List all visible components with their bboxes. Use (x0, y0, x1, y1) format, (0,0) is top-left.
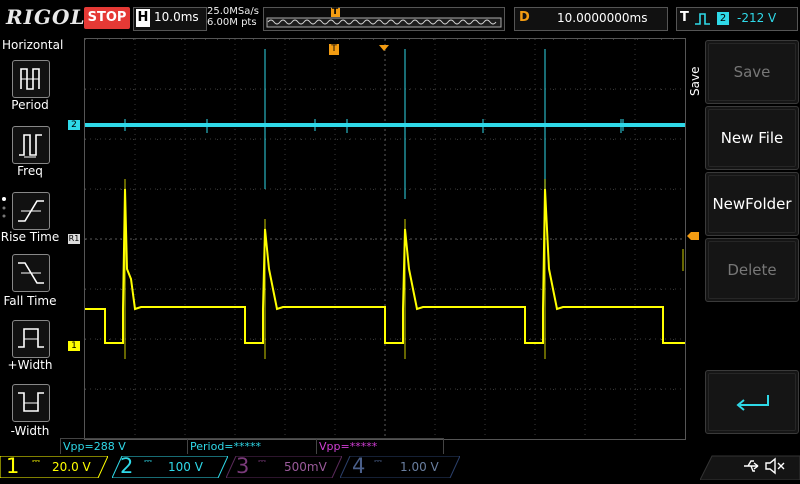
frequency-icon (12, 126, 50, 164)
menu-item-freq[interactable]: Freq (0, 124, 62, 188)
save-button-label: Save (733, 63, 771, 81)
channel-1-marker[interactable]: 1 (68, 341, 80, 351)
channel-4-scale: 1.00 V (400, 460, 439, 474)
period-icon (12, 60, 50, 98)
channel-2-scale: 100 V (168, 460, 203, 474)
horizontal-key: H (136, 9, 150, 27)
channel-2-label: 2 (120, 454, 134, 478)
channel-3-settings[interactable]: 3 ⎓ 500mV (226, 454, 342, 478)
delay-value: 10.0000000ms (557, 11, 648, 25)
negative-width-icon (12, 384, 50, 422)
menu-item-period[interactable]: Period (0, 58, 62, 122)
channel-1-label: 1 (6, 454, 20, 478)
channel-2-settings[interactable]: 2 ⎓ 100 V (112, 454, 228, 478)
run-stop-status[interactable]: STOP (84, 7, 130, 29)
horizontal-timebase[interactable]: H 10.0ms (133, 7, 207, 31)
new-file-button-label: New File (720, 129, 784, 147)
channel-1-scale: 20.0 V (52, 460, 91, 474)
measurement-period[interactable]: Period=***** (187, 438, 317, 455)
channel-3-coupling-icon: ⎓ (258, 456, 266, 467)
timebase-value: 10.0ms (154, 10, 199, 24)
scroll-dots-icon (2, 196, 6, 226)
rise-time-icon (12, 192, 50, 230)
brand-logo: RIGOL (6, 5, 86, 29)
trigger-key: T (680, 10, 689, 25)
sample-rate: 25.0MSa/s (207, 6, 259, 17)
delay-position[interactable]: D 10.0000000ms (514, 7, 668, 31)
new-folder-button[interactable]: NewFolder (705, 172, 799, 236)
memory-trigger-marker: T (332, 7, 339, 17)
menu-label-positive-width: +Width (7, 358, 53, 372)
menu-label-negative-width: -Width (10, 424, 50, 438)
positive-width-icon (12, 320, 50, 358)
trigger-position-marker[interactable]: T (329, 44, 339, 55)
return-button[interactable] (705, 370, 799, 434)
memory-depth: 6.00M pts (207, 17, 257, 28)
fall-time-icon (12, 254, 50, 292)
menu-label-period: Period (11, 98, 49, 112)
measurement-ch3-vpp[interactable]: Vpp=***** (316, 438, 444, 455)
delay-key: D (519, 10, 530, 25)
channel-2-coupling-icon: ⎓ (144, 456, 152, 467)
usb-icon (742, 458, 760, 478)
memory-overview: T (263, 7, 505, 31)
menu-title-horizontal: Horizontal (2, 38, 64, 52)
channel-3-label: 3 (236, 454, 250, 478)
speaker-muted-icon[interactable] (764, 457, 786, 479)
new-folder-button-label: NewFolder (712, 195, 792, 213)
channel-1-settings[interactable]: 1 ⎓ 20.0 V (0, 454, 108, 478)
delete-button[interactable]: Delete (705, 238, 799, 302)
return-icon (736, 395, 769, 411)
channel-4-label: 4 (352, 454, 366, 478)
menu-title-save: Save (688, 66, 702, 96)
new-file-button[interactable]: New File (705, 106, 799, 170)
measurement-ch1-vpp[interactable]: Vpp=288 V (60, 438, 188, 455)
rising-edge-icon (695, 13, 710, 25)
trigger-settings[interactable]: T 2 -212 V (676, 7, 798, 31)
menu-label-fall-time: Fall Time (3, 294, 57, 308)
save-button[interactable]: Save (705, 40, 799, 104)
trigger-level: -212 V (737, 11, 777, 25)
menu-label-rise-time: Rise Time (0, 230, 60, 244)
menu-item-fall-time[interactable]: Fall Time (0, 254, 62, 320)
channel-4-coupling-icon: ⎓ (374, 456, 382, 467)
delete-button-label: Delete (727, 261, 777, 279)
trigger-source: 2 (717, 12, 729, 25)
channel-3-scale: 500mV (284, 460, 327, 474)
menu-item-positive-width[interactable]: +Width (0, 320, 62, 384)
menu-label-freq: Freq (17, 164, 43, 178)
dc-coupling-icon: ⎓ (32, 456, 40, 467)
waveform-canvas (85, 39, 685, 439)
channel-4-settings[interactable]: 4 ⎓ 1.00 V (340, 454, 460, 478)
acquisition-info: 25.0MSa/s 6.00M pts (207, 6, 259, 28)
trigger-level-arrow-icon[interactable] (686, 226, 700, 245)
trigger-arrow-icon (378, 37, 390, 56)
menu-item-rise-time[interactable]: Rise Time (0, 190, 62, 254)
channel-2-marker[interactable]: 2 (68, 120, 80, 130)
memory-waveform-preview (266, 8, 502, 28)
reference-marker[interactable]: R1 (68, 234, 80, 244)
waveform-display[interactable] (84, 38, 686, 440)
menu-item-negative-width[interactable]: -Width (0, 384, 62, 448)
